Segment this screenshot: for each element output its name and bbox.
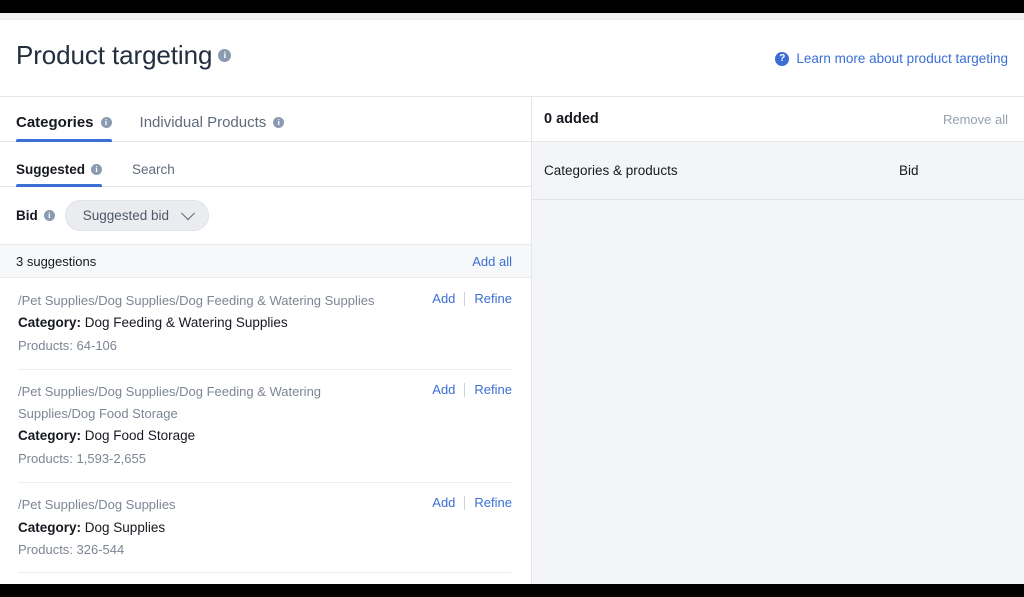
suggestion-products: Products: 326-544 bbox=[18, 542, 125, 558]
page-header: Product targeting Learn more about produ… bbox=[0, 20, 1024, 97]
added-right-pane: 0 added Remove all Categories & products… bbox=[532, 97, 1024, 584]
suggestion-row[interactable]: /Pet Supplies/Dog Supplies/Dog Feeding &… bbox=[0, 369, 531, 482]
remove-all-button[interactable]: Remove all bbox=[943, 112, 1008, 127]
tab-categories-info-icon[interactable] bbox=[100, 117, 112, 128]
tab-individual-products-label: Individual Products bbox=[139, 114, 267, 131]
bid-label-group: Bid bbox=[16, 208, 55, 223]
refine-button[interactable]: Refine bbox=[474, 382, 512, 397]
bid-info-icon[interactable] bbox=[43, 210, 55, 221]
suggestion-row-header: /Pet Supplies/Dog Supplies Add Refine bbox=[18, 494, 512, 515]
action-separator bbox=[464, 382, 466, 397]
suggestion-category-value: Dog Feeding & Watering Supplies bbox=[84, 315, 288, 331]
suggestion-path: /Pet Supplies/Dog Supplies/Dog Feeding &… bbox=[18, 293, 375, 308]
tab-individual-products[interactable]: Individual Products bbox=[140, 114, 285, 141]
sub-tabs: Suggested Search bbox=[0, 142, 531, 187]
suggestion-category-key: Category: bbox=[18, 519, 82, 535]
suggestion-actions: Add Refine bbox=[432, 494, 512, 510]
bid-row: Bid Suggested bid bbox=[0, 187, 531, 245]
browser-chrome-bottom bbox=[0, 584, 1024, 597]
browser-toolbar-strip bbox=[0, 13, 1024, 20]
suggestion-actions: Add Refine bbox=[432, 290, 512, 306]
refine-button[interactable]: Refine bbox=[474, 495, 512, 510]
suggestions-list: /Pet Supplies/Dog Supplies/Dog Feeding &… bbox=[0, 278, 531, 574]
page-title-text: Product targeting bbox=[16, 40, 213, 70]
subtab-search[interactable]: Search bbox=[132, 162, 175, 186]
suggestion-category-value: Dog Supplies bbox=[84, 519, 166, 535]
added-toolbar: 0 added Remove all bbox=[532, 97, 1024, 142]
page-title: Product targeting bbox=[16, 40, 232, 71]
bid-type-dropdown[interactable]: Suggested bid bbox=[64, 200, 210, 231]
suggestion-products: Products: 64-106 bbox=[18, 338, 118, 354]
suggestion-row[interactable]: /Pet Supplies/Dog Supplies Add Refine Ca… bbox=[0, 482, 531, 574]
add-all-button[interactable]: Add all bbox=[472, 254, 512, 269]
subtab-search-label: Search bbox=[132, 162, 175, 177]
learn-more-label: Learn more about product targeting bbox=[796, 51, 1008, 66]
suggestion-row[interactable]: /Pet Supplies/Dog Supplies/Dog Feeding &… bbox=[0, 278, 531, 369]
app-root: Product targeting Learn more about produ… bbox=[0, 0, 1024, 597]
add-button[interactable]: Add bbox=[432, 495, 455, 510]
learn-more-link[interactable]: Learn more about product targeting bbox=[775, 51, 1008, 66]
add-button[interactable]: Add bbox=[432, 382, 455, 397]
tab-categories[interactable]: Categories bbox=[16, 114, 112, 142]
suggestion-category: Category: Dog Supplies bbox=[18, 517, 512, 539]
added-count: 0 added bbox=[544, 111, 599, 127]
suggestion-row-header: /Pet Supplies/Dog Supplies/Dog Feeding &… bbox=[18, 381, 512, 424]
suggestions-count: 3 suggestions bbox=[16, 253, 97, 269]
suggestion-category-key: Category: bbox=[18, 428, 82, 444]
add-button[interactable]: Add bbox=[432, 291, 455, 306]
subtab-suggested-label: Suggested bbox=[16, 162, 86, 177]
subtab-suggested[interactable]: Suggested bbox=[16, 162, 103, 187]
added-table-body-empty bbox=[532, 200, 1024, 583]
body-split: Categories Individual Products Suggested bbox=[0, 97, 1024, 584]
action-separator bbox=[464, 291, 466, 306]
bid-label: Bid bbox=[16, 208, 38, 223]
action-separator bbox=[464, 495, 466, 510]
chevron-down-icon bbox=[181, 205, 196, 220]
product-targeting-page: Product targeting Learn more about produ… bbox=[0, 20, 1024, 584]
suggestion-path: /Pet Supplies/Dog Supplies bbox=[18, 497, 176, 513]
suggestions-toolbar: 3 suggestions Add all bbox=[0, 245, 531, 278]
suggestion-actions: Add Refine bbox=[432, 381, 512, 397]
suggestion-category-value: Dog Food Storage bbox=[84, 428, 196, 444]
column-header-categories-products: Categories & products bbox=[544, 163, 678, 178]
refine-button[interactable]: Refine bbox=[474, 291, 512, 306]
column-header-bid: Bid bbox=[899, 163, 919, 178]
subtab-suggested-info-icon[interactable] bbox=[91, 164, 103, 175]
main-tabs: Categories Individual Products bbox=[0, 97, 531, 142]
tab-individual-products-info-icon[interactable] bbox=[273, 117, 285, 128]
suggestion-path: /Pet Supplies/Dog Supplies/Dog Feeding &… bbox=[18, 384, 322, 421]
bid-type-selected-value: Suggested bid bbox=[82, 208, 170, 223]
suggestion-category: Category: Dog Feeding & Watering Supplie… bbox=[18, 312, 512, 334]
suggestion-category-key: Category: bbox=[18, 315, 82, 331]
help-circle-icon bbox=[775, 51, 790, 66]
suggestion-row-header: /Pet Supplies/Dog Supplies/Dog Feeding &… bbox=[18, 290, 512, 311]
suggestion-category: Category: Dog Food Storage bbox=[18, 425, 512, 447]
tab-categories-label: Categories bbox=[16, 114, 94, 131]
targeting-left-pane: Categories Individual Products Suggested bbox=[0, 97, 532, 584]
added-table-header: Categories & products Bid bbox=[532, 142, 1024, 200]
page-title-info-icon[interactable] bbox=[218, 49, 232, 62]
suggestion-products: Products: 1,593-2,655 bbox=[18, 451, 146, 467]
browser-chrome-top bbox=[0, 0, 1024, 13]
